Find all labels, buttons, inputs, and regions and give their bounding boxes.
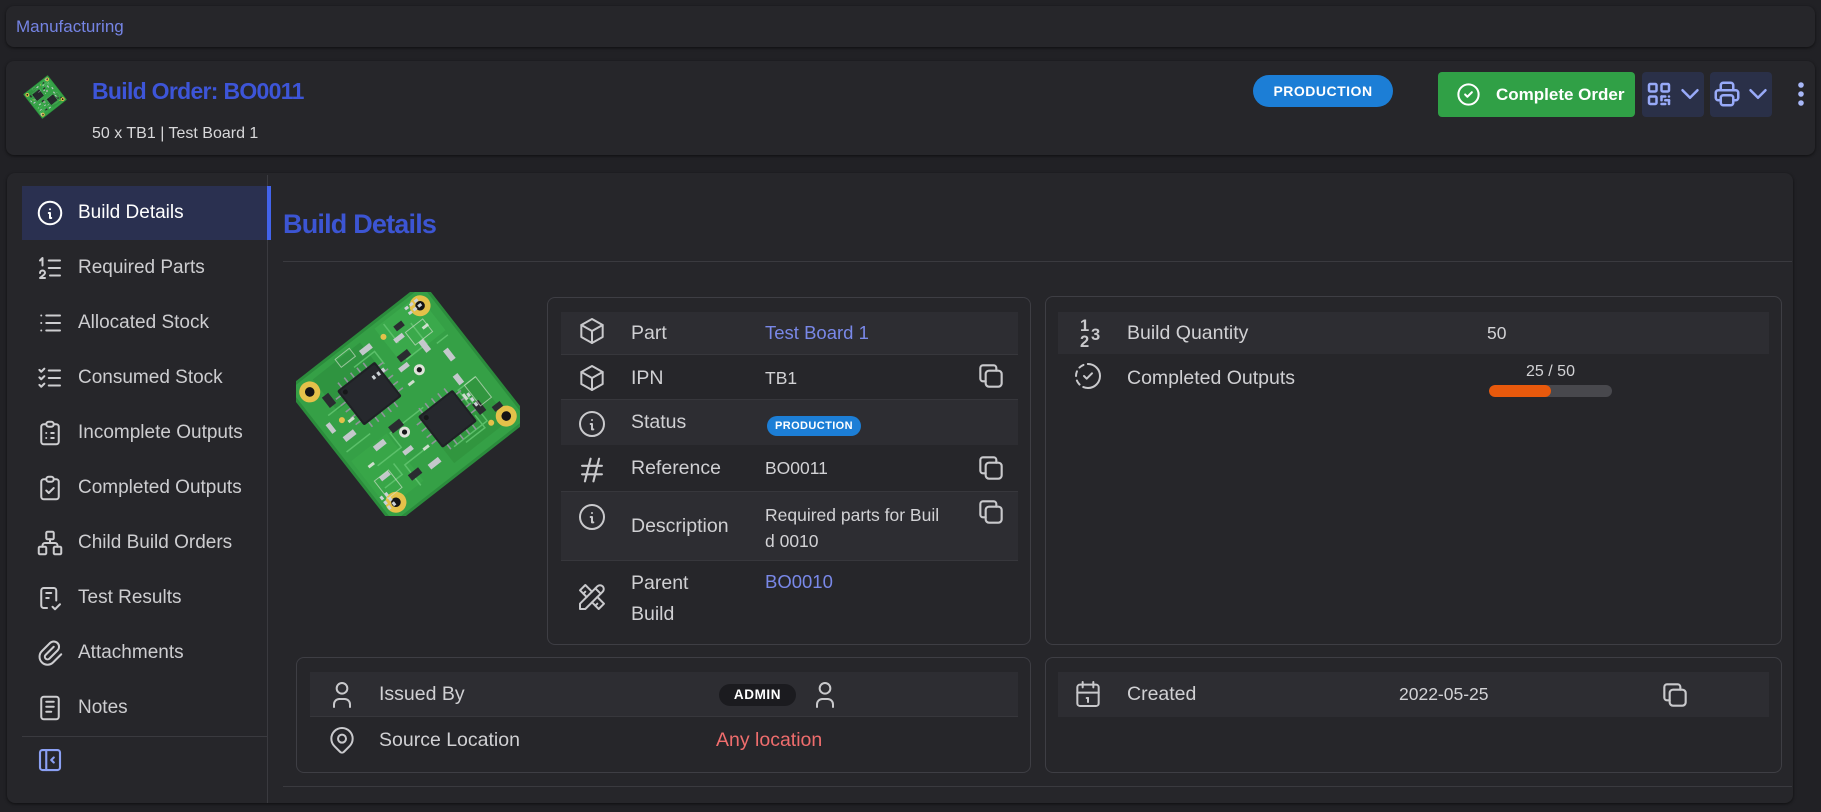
svg-text:2: 2 xyxy=(1080,333,1089,351)
svg-text:3: 3 xyxy=(1091,326,1100,344)
